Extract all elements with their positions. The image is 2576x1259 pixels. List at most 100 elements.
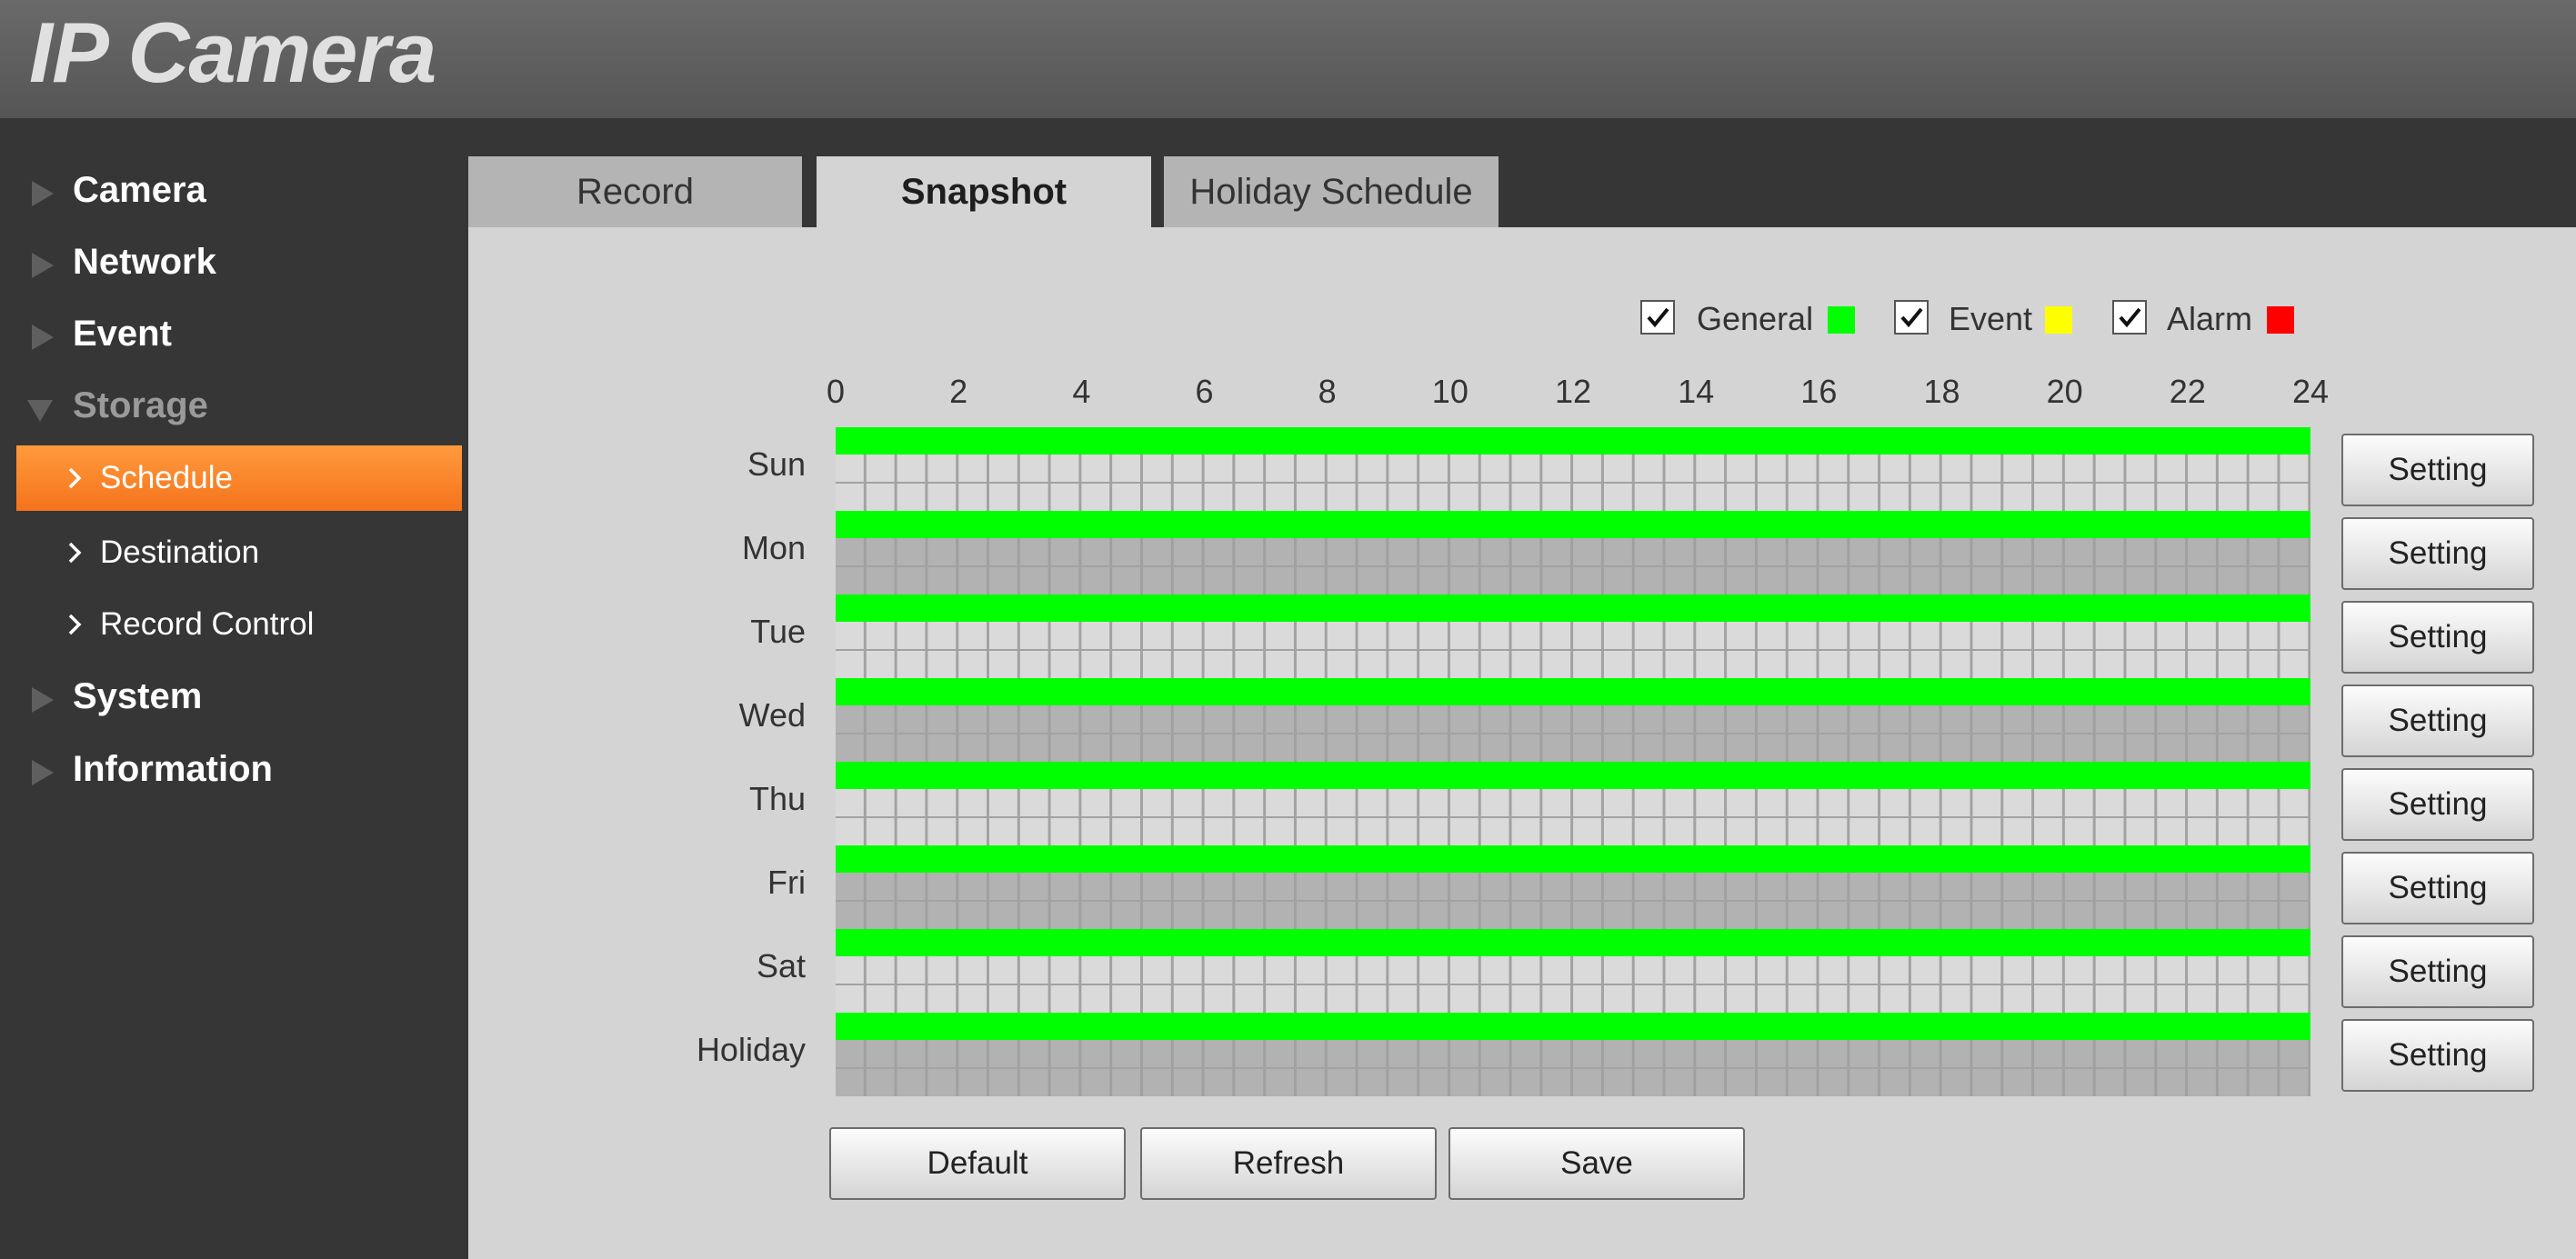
schedule-row-sun[interactable] (836, 427, 2310, 511)
sidebar-subitem-record-control[interactable]: Record Control (16, 592, 462, 657)
general-schedule-track[interactable] (836, 1013, 2310, 1040)
half-hour-cells[interactable] (836, 622, 2310, 678)
legend-label: Alarm (2167, 300, 2253, 337)
general-schedule-track[interactable] (836, 929, 2310, 956)
day-label: Mon (741, 529, 806, 566)
checkmark-icon (1647, 307, 1669, 328)
hour-tick-label: 2 (949, 373, 968, 410)
sidebar-subitem-label: Record Control (100, 606, 315, 642)
half-hour-cells[interactable] (836, 873, 2310, 929)
general-schedule-track[interactable] (836, 845, 2310, 873)
sidebar-item-network[interactable]: Network (0, 231, 468, 295)
legend-event: Event (1894, 298, 2076, 338)
hour-tick-label: 10 (1431, 373, 1468, 410)
tab-snapshot[interactable]: Snapshot (817, 156, 1151, 227)
sidebar-subitem-label: Schedule (100, 460, 233, 495)
expand-arrow-icon (32, 253, 54, 278)
general-color-swatch (1828, 306, 1855, 334)
half-hour-cells[interactable] (836, 705, 2310, 762)
event-checkbox[interactable] (1894, 300, 1929, 335)
sidebar-item-event[interactable]: Event (0, 303, 468, 366)
expand-arrow-icon (32, 325, 54, 350)
setting-button-thu[interactable]: Setting (2341, 768, 2534, 841)
sidebar-item-label: Event (73, 314, 172, 354)
expand-arrow-icon (32, 181, 54, 206)
day-label: Sun (747, 445, 806, 483)
day-label: Thu (748, 780, 806, 817)
legend-label: Event (1949, 300, 2033, 337)
legend-alarm: Alarm (2112, 298, 2294, 338)
general-schedule-track[interactable] (836, 427, 2310, 455)
day-label: Holiday (696, 1031, 806, 1068)
checkmark-icon (1900, 307, 1923, 328)
hour-tick-label: 16 (1800, 373, 1838, 410)
legend-general: General (1640, 298, 1859, 338)
default-button[interactable]: Default (829, 1127, 1126, 1200)
tab-record[interactable]: Record (468, 156, 802, 227)
general-schedule-bar[interactable] (836, 762, 2310, 789)
event-color-swatch (2045, 306, 2072, 334)
half-hour-cells[interactable] (836, 789, 2310, 845)
alarm-color-swatch (2267, 306, 2294, 334)
hour-tick-label: 20 (2046, 373, 2083, 410)
general-schedule-bar[interactable] (836, 678, 2310, 705)
half-hour-cells[interactable] (836, 538, 2310, 595)
hour-axis: 0 2 4 6 8 10 12 14 16 18 20 22 24 (0, 373, 2576, 418)
sidebar-item-label: System (73, 676, 203, 716)
schedule-grid[interactable] (836, 427, 2310, 1096)
general-schedule-track[interactable] (836, 678, 2310, 705)
schedule-row-fri[interactable] (836, 845, 2310, 929)
app-title: IP Camera (29, 5, 436, 100)
checkmark-icon (2119, 307, 2141, 328)
setting-button-mon[interactable]: Setting (2341, 517, 2534, 590)
schedule-row-wed[interactable] (836, 678, 2310, 762)
sidebar-item-label: Camera (73, 170, 206, 210)
hour-tick-label: 18 (1923, 373, 1960, 410)
hour-tick-label: 8 (1318, 373, 1337, 410)
sidebar-item-information[interactable]: Information (0, 738, 468, 802)
schedule-row-sat[interactable] (836, 929, 2310, 1013)
hour-tick-label: 6 (1195, 373, 1214, 410)
alarm-checkbox[interactable] (2112, 300, 2147, 335)
general-schedule-bar[interactable] (836, 929, 2310, 956)
sidebar-subitem-destination[interactable]: Destination (16, 520, 462, 585)
setting-button-sat[interactable]: Setting (2341, 935, 2534, 1008)
setting-button-holiday[interactable]: Setting (2341, 1019, 2534, 1092)
general-checkbox[interactable] (1640, 300, 1675, 335)
hour-tick-label: 0 (826, 373, 846, 410)
setting-button-sun[interactable]: Setting (2341, 434, 2534, 506)
save-button[interactable]: Save (1448, 1127, 1745, 1200)
legend-label: General (1697, 300, 1814, 337)
half-hour-cells[interactable] (836, 455, 2310, 511)
chevron-right-icon (68, 542, 82, 564)
general-schedule-track[interactable] (836, 762, 2310, 789)
general-schedule-track[interactable] (836, 595, 2310, 622)
general-schedule-bar[interactable] (836, 1013, 2310, 1040)
sidebar-subitem-label: Destination (100, 535, 260, 570)
sidebar-subitem-schedule[interactable]: Schedule (16, 445, 462, 511)
tab-holiday-schedule[interactable]: Holiday Schedule (1164, 156, 1498, 227)
half-hour-cells[interactable] (836, 1040, 2310, 1096)
day-label: Fri (767, 864, 806, 901)
schedule-row-thu[interactable] (836, 762, 2310, 845)
general-schedule-bar[interactable] (836, 511, 2310, 538)
sidebar-item-label: Network (73, 242, 216, 282)
general-schedule-track[interactable] (836, 511, 2310, 538)
header-bar: IP Camera (0, 0, 2576, 118)
general-schedule-bar[interactable] (836, 595, 2310, 622)
general-schedule-bar[interactable] (836, 845, 2310, 873)
hour-tick-label: 4 (1072, 373, 1091, 410)
schedule-row-holiday[interactable] (836, 1013, 2310, 1096)
expand-arrow-icon (32, 760, 54, 785)
sidebar-item-camera[interactable]: Camera (0, 159, 468, 223)
setting-button-tue[interactable]: Setting (2341, 601, 2534, 674)
schedule-row-mon[interactable] (836, 511, 2310, 595)
general-schedule-bar[interactable] (836, 427, 2310, 455)
expand-arrow-icon (32, 687, 54, 713)
schedule-row-tue[interactable] (836, 595, 2310, 678)
setting-button-fri[interactable]: Setting (2341, 852, 2534, 924)
refresh-button[interactable]: Refresh (1140, 1127, 1437, 1200)
sidebar-item-system[interactable]: System (0, 665, 468, 729)
half-hour-cells[interactable] (836, 956, 2310, 1013)
setting-button-wed[interactable]: Setting (2341, 684, 2534, 757)
